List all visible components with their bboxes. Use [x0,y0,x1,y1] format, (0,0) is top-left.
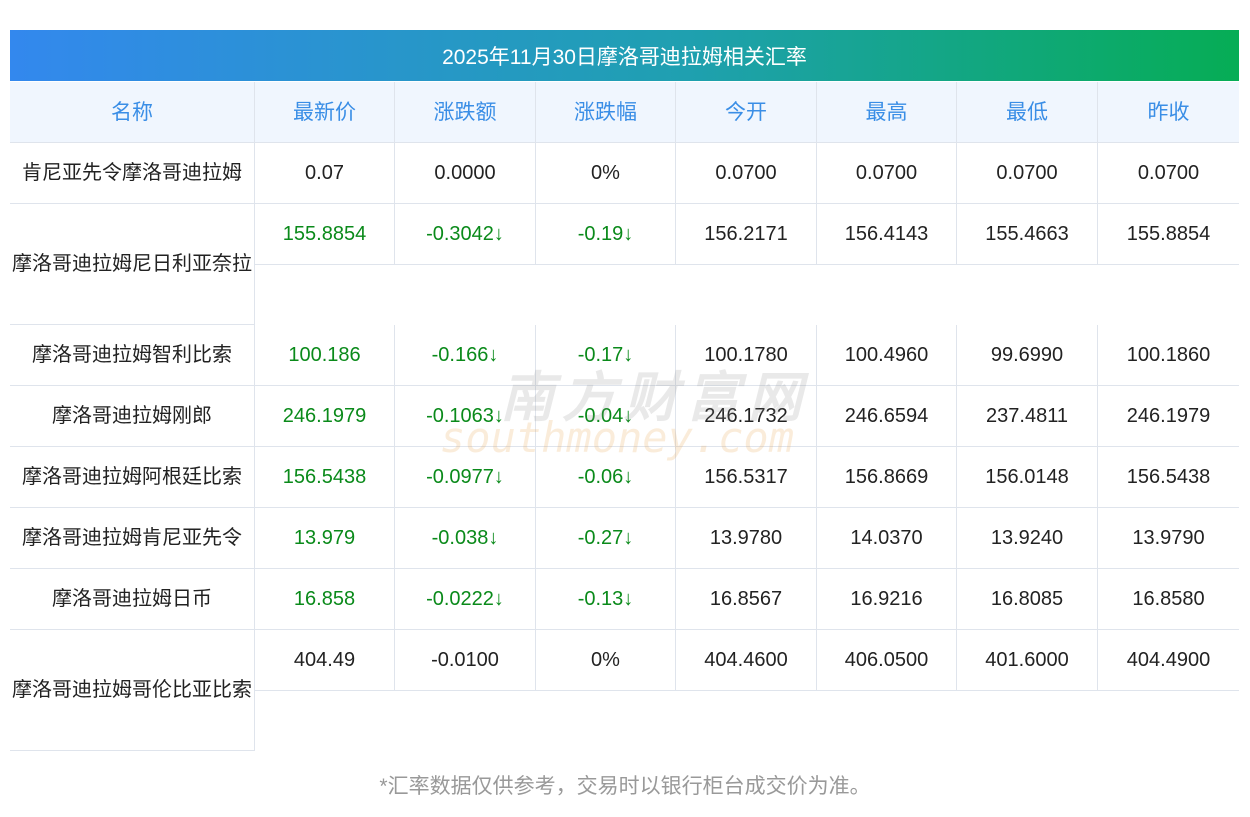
row-value-cell: 404.49 [255,630,395,691]
row-value-cell: 156.0148 [957,447,1098,508]
row-value-cell: -0.17↓ [536,325,676,386]
row-value-cell: 13.9240 [957,508,1098,569]
row-value-cell: 13.9780 [676,508,817,569]
row-value-cell: 100.1780 [676,325,817,386]
row-value-cell: 0.0700 [676,143,817,204]
row-value-cell: -0.0222↓ [395,569,536,630]
row-value-cell: -0.04↓ [536,386,676,447]
table-title: 2025年11月30日摩洛哥迪拉姆相关汇率 [10,30,1239,81]
column-header: 涨跌额 [395,82,536,143]
row-value-cell: 156.5317 [676,447,817,508]
row-name-cell: 肯尼亚先令摩洛哥迪拉姆 [10,143,255,204]
row-value-cell: -0.19↓ [536,204,676,265]
row-value-cell: 0.0000 [395,143,536,204]
column-header: 名称 [10,82,255,143]
row-value-cell: 16.8580 [1098,569,1239,630]
row-value-cell: 156.8669 [817,447,957,508]
row-value-cell: 100.186 [255,325,395,386]
row-name-cell: 摩洛哥迪拉姆尼日利亚奈拉 [10,204,255,325]
row-value-cell: 13.979 [255,508,395,569]
row-value-cell: 155.8854 [1098,204,1239,265]
row-value-cell: 0.07 [255,143,395,204]
row-value-cell: 401.6000 [957,630,1098,691]
row-value-cell: 0% [536,143,676,204]
row-value-cell: 246.6594 [817,386,957,447]
row-value-cell: 156.4143 [817,204,957,265]
row-value-cell: 155.8854 [255,204,395,265]
row-value-cell: 156.2171 [676,204,817,265]
row-value-cell: 16.8567 [676,569,817,630]
row-value-cell: -0.13↓ [536,569,676,630]
row-value-cell: -0.3042↓ [395,204,536,265]
row-value-cell: -0.06↓ [536,447,676,508]
row-value-cell: 100.1860 [1098,325,1239,386]
row-value-cell: 404.4600 [676,630,817,691]
row-name-cell: 摩洛哥迪拉姆肯尼亚先令 [10,508,255,569]
row-value-cell: 16.858 [255,569,395,630]
column-header: 今开 [676,82,817,143]
row-value-cell: 406.0500 [817,630,957,691]
row-name-cell: 摩洛哥迪拉姆阿根廷比索 [10,447,255,508]
row-value-cell: 0.0700 [957,143,1098,204]
row-value-cell: -0.038↓ [395,508,536,569]
row-value-cell: 13.9790 [1098,508,1239,569]
row-value-cell: 100.4960 [817,325,957,386]
row-value-cell: -0.27↓ [536,508,676,569]
row-value-cell: 16.8085 [957,569,1098,630]
row-value-cell: 156.5438 [1098,447,1239,508]
row-value-cell: 237.4811 [957,386,1098,447]
row-value-cell: 246.1979 [255,386,395,447]
row-name-cell: 摩洛哥迪拉姆刚郎 [10,386,255,447]
row-value-cell: -0.166↓ [395,325,536,386]
row-value-cell: 404.4900 [1098,630,1239,691]
row-value-cell: -0.1063↓ [395,386,536,447]
row-value-cell: 16.9216 [817,569,957,630]
row-value-cell: 14.0370 [817,508,957,569]
disclaimer-note: *汇率数据仅供参考，交易时以银行柜台成交价为准。 [379,775,871,798]
row-value-cell: -0.0100 [395,630,536,691]
column-header: 昨收 [1098,82,1239,143]
column-header: 最低 [957,82,1098,143]
row-value-cell: 246.1979 [1098,386,1239,447]
row-value-cell: 156.5438 [255,447,395,508]
row-value-cell: 246.1732 [676,386,817,447]
row-value-cell: 0% [536,630,676,691]
row-value-cell: 0.0700 [1098,143,1239,204]
row-name-cell: 摩洛哥迪拉姆哥伦比亚比索 [10,630,255,751]
row-name-cell: 摩洛哥迪拉姆日币 [10,569,255,630]
row-value-cell: 99.6990 [957,325,1098,386]
row-value-cell: 155.4663 [957,204,1098,265]
column-header: 涨跌幅 [536,82,676,143]
row-value-cell: -0.0977↓ [395,447,536,508]
column-header: 最高 [817,82,957,143]
row-value-cell: 0.0700 [817,143,957,204]
column-header: 最新价 [255,82,395,143]
row-name-cell: 摩洛哥迪拉姆智利比索 [10,325,255,386]
